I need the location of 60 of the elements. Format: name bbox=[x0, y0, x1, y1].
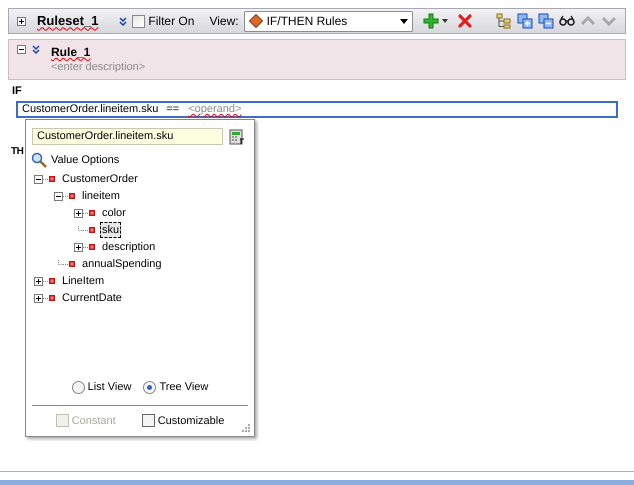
tree-item[interactable]: CurrentDate bbox=[60, 290, 124, 306]
expand-icon[interactable] bbox=[74, 242, 83, 252]
expand-icon[interactable] bbox=[34, 294, 43, 302]
field-icon bbox=[49, 295, 55, 301]
delete-icon[interactable] bbox=[458, 14, 472, 28]
search-icon bbox=[31, 152, 47, 168]
field-icon bbox=[89, 210, 95, 216]
tree-icon[interactable] bbox=[496, 13, 512, 29]
collapse-icon[interactable] bbox=[17, 45, 26, 54]
tree-item[interactable]: color bbox=[100, 205, 128, 221]
then-label: TH bbox=[11, 144, 24, 158]
diamond-icon bbox=[248, 14, 263, 28]
double-chevron-icon[interactable] bbox=[119, 16, 128, 26]
collapse-icon[interactable] bbox=[54, 192, 63, 200]
tree-item[interactable]: CustomerOrder bbox=[60, 171, 140, 187]
filter-checkbox[interactable] bbox=[132, 14, 146, 28]
field-icon bbox=[69, 261, 75, 267]
filter-label: Filter On bbox=[148, 13, 194, 30]
tree-item[interactable]: sku bbox=[100, 222, 122, 238]
tree-item[interactable]: lineitem bbox=[80, 188, 122, 204]
operator: == bbox=[166, 102, 180, 117]
tree-item[interactable]: annualSpending bbox=[80, 256, 164, 272]
expand-icon[interactable] bbox=[74, 208, 83, 218]
tree-item[interactable]: LineItem bbox=[60, 273, 106, 289]
checkbox[interactable] bbox=[142, 414, 155, 428]
view-value: IF/THEN Rules bbox=[266, 13, 348, 30]
view-label: View: bbox=[209, 13, 239, 30]
field-icon bbox=[49, 278, 55, 284]
field-icon bbox=[69, 193, 75, 199]
field-icon bbox=[49, 176, 55, 182]
operand-placeholder: <operand> bbox=[188, 102, 242, 117]
field-icon bbox=[89, 227, 95, 233]
checkbox-label: Customizable bbox=[158, 414, 224, 428]
value-options-title: Value Options bbox=[51, 153, 120, 168]
radio-label: List View bbox=[88, 380, 132, 395]
view-dropdown[interactable]: IF/THEN Rules bbox=[244, 10, 413, 32]
resize-grip-icon[interactable] bbox=[242, 424, 250, 432]
radio-label: Tree View bbox=[159, 380, 208, 395]
condition-operand: CustomerOrder.lineitem.sku bbox=[22, 102, 158, 117]
ruleset-name: Ruleset_1 bbox=[37, 12, 98, 30]
caret-icon[interactable] bbox=[442, 19, 448, 23]
dropdown-caret-icon bbox=[400, 18, 408, 24]
value-field[interactable]: CustomerOrder.lineitem.sku bbox=[32, 128, 223, 145]
condition-field[interactable]: CustomerOrder.lineitem.sku == <operand> bbox=[16, 100, 618, 118]
expand-icon[interactable] bbox=[17, 16, 26, 26]
radio-button[interactable] bbox=[143, 380, 156, 394]
expand-icon[interactable] bbox=[34, 276, 43, 286]
add-icon[interactable] bbox=[422, 13, 439, 29]
tree-item[interactable]: description bbox=[100, 239, 158, 255]
expand-all-icon[interactable] bbox=[517, 13, 533, 29]
collapse-icon[interactable] bbox=[34, 174, 43, 184]
collapse-all-icon[interactable] bbox=[538, 13, 554, 29]
if-label: IF bbox=[12, 84, 22, 99]
radio-button[interactable] bbox=[72, 380, 85, 394]
rule-name: Rule_1 bbox=[51, 45, 92, 60]
double-chevron-icon[interactable] bbox=[32, 45, 40, 54]
checkbox-label: Constant bbox=[72, 414, 116, 428]
rule-description: <enter description> bbox=[51, 60, 146, 75]
calculator-icon[interactable] bbox=[229, 128, 245, 144]
field-icon bbox=[89, 244, 95, 250]
